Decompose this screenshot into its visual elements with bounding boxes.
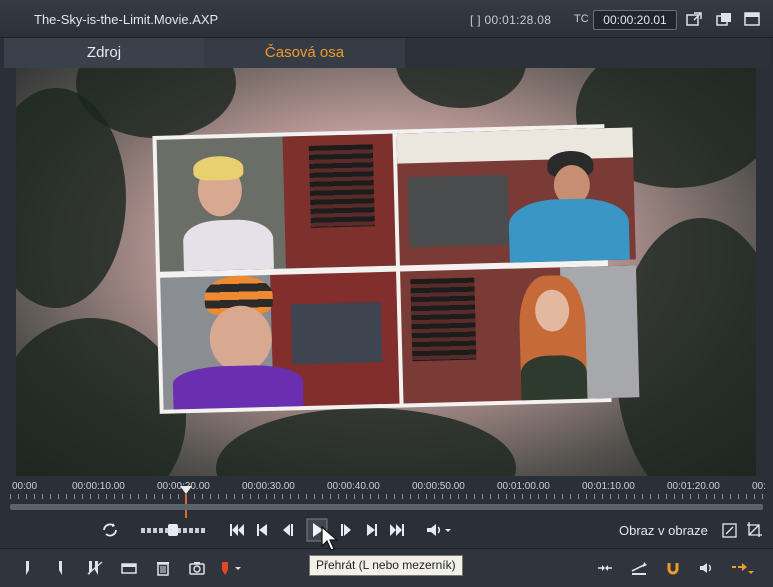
project-title: The-Sky-is-the-Limit.Movie.AXP — [34, 12, 219, 27]
vent-grille — [308, 144, 375, 228]
move-mode-icon[interactable] — [730, 559, 756, 577]
detach-icon[interactable] — [686, 12, 702, 26]
collage-photo — [396, 127, 636, 266]
ruler-tick-label: 00:00:10.00 — [72, 481, 125, 492]
person-face — [208, 304, 273, 373]
timeline-scrollbar[interactable] — [10, 504, 763, 510]
shuttle-knob[interactable] — [168, 524, 178, 536]
ruler-tick-label: 00:00 — [12, 481, 38, 492]
timecode-field[interactable]: 00:00:20.01 — [593, 10, 677, 30]
next-frame-icon[interactable] — [364, 520, 380, 540]
maximize-icon[interactable] — [744, 12, 760, 26]
video-preview — [16, 68, 756, 476]
loop-icon[interactable] — [100, 520, 120, 540]
title-bar: The-Sky-is-the-Limit.Movie.AXP [ ] 00:01… — [0, 0, 773, 38]
timecode-label: TC — [574, 13, 589, 25]
photo-collage — [152, 124, 640, 414]
tab-timeline[interactable]: Časová osa — [204, 38, 405, 68]
timeline-ruler[interactable]: 00:00 00:00:10.00 00:00:20.00 00:00:30.0… — [10, 478, 766, 518]
project-duration: [ ] 00:01:28.08 — [470, 13, 552, 27]
ruler-tick-label: 00: — [752, 481, 766, 492]
collage-photo — [400, 265, 640, 404]
step-forward-icon[interactable] — [340, 520, 354, 540]
transport-bar: Obraz v obraze — [0, 516, 773, 544]
snapshot-icon[interactable] — [188, 559, 206, 577]
crop-icon[interactable] — [746, 520, 762, 540]
tab-bar: Zdroj Časová osa — [4, 38, 769, 68]
ruler-tick-label: 00:01:00.00 — [497, 481, 550, 492]
mouse-cursor-icon — [321, 526, 339, 551]
playhead-handle[interactable] — [180, 486, 192, 494]
foliage-shape — [216, 408, 516, 476]
magnet-icon[interactable] — [664, 559, 682, 577]
trash-icon[interactable] — [154, 559, 172, 577]
ruler-tick-label: 00:00:40.00 — [327, 481, 380, 492]
collage-photo — [160, 271, 400, 410]
pip-label: Obraz v obraze — [619, 523, 708, 538]
razor-icon[interactable] — [86, 559, 104, 577]
marker-in-icon[interactable] — [18, 559, 36, 577]
go-to-start-icon[interactable] — [228, 520, 246, 540]
ruler-tick-label: 00:01:10.00 — [582, 481, 635, 492]
restore-icon[interactable] — [716, 12, 732, 26]
speaker-icon[interactable] — [698, 559, 716, 577]
go-to-end-icon[interactable] — [388, 520, 406, 540]
foliage-shape — [396, 68, 526, 108]
step-back-icon[interactable] — [280, 520, 294, 540]
ruler-tick-label: 00:01:20.00 — [667, 481, 720, 492]
insert-icon[interactable] — [630, 559, 648, 577]
audio-mixer-icon[interactable] — [596, 559, 614, 577]
storyboard-icon[interactable] — [120, 559, 138, 577]
prev-frame-icon[interactable] — [254, 520, 270, 540]
volume-icon[interactable] — [425, 520, 453, 540]
ruler-tick-label: 00:00:50.00 — [412, 481, 465, 492]
play-tooltip: Přehrát (L nebo mezerník) — [309, 555, 463, 576]
ruler-ticks — [10, 494, 763, 499]
pip-toggle-icon[interactable] — [722, 520, 738, 540]
vent-grille — [410, 277, 477, 362]
marker-out-icon[interactable] — [52, 559, 70, 577]
color-marker-icon[interactable] — [218, 559, 246, 577]
ruler-tick-label: 00:00:30.00 — [242, 481, 295, 492]
tab-source[interactable]: Zdroj — [4, 38, 204, 68]
collage-photo — [156, 133, 396, 272]
